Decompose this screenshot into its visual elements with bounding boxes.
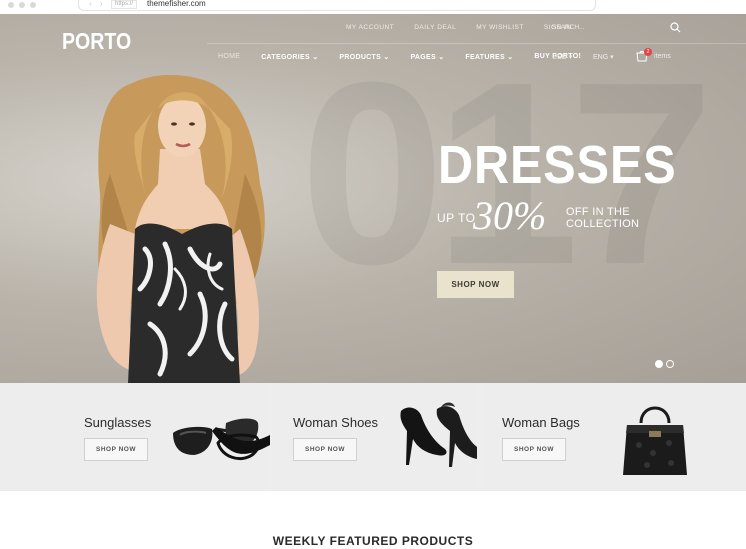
category-card-sunglasses[interactable]: Sunglasses SHOP NOW: [0, 383, 270, 491]
slide-dot-2[interactable]: [666, 360, 674, 368]
category-shop-now-button[interactable]: SHOP NOW: [502, 438, 566, 461]
search-icon[interactable]: [670, 22, 681, 33]
slide-dot-1[interactable]: [655, 360, 663, 368]
window-minimize-dot[interactable]: [19, 2, 25, 8]
search-input[interactable]: SEARCH...: [552, 24, 585, 31]
hero-up-to: UP TO: [437, 211, 476, 225]
hero-shop-now-button[interactable]: SHOP NOW: [437, 271, 514, 298]
category-title: Woman Shoes: [293, 415, 379, 430]
window-maximize-dot[interactable]: [30, 2, 36, 8]
language-select[interactable]: ENG ▾: [593, 53, 614, 61]
category-card-woman-shoes[interactable]: Woman Shoes SHOP NOW: [272, 383, 479, 491]
site-logo[interactable]: PORTO: [62, 28, 131, 55]
category-card-woman-bags[interactable]: Woman Bags SHOP NOW: [481, 383, 746, 491]
main-nav: HOME CATEGORIES ⌄ PRODUCTS ⌄ PAGES ⌄ FEA…: [218, 53, 581, 61]
currency-select[interactable]: USD ▾: [552, 53, 572, 61]
handbag-icon: [623, 406, 687, 475]
hero-discount: 30%: [473, 193, 547, 238]
nav-categories[interactable]: CATEGORIES ⌄: [261, 53, 318, 61]
hero-headline: DRESSES: [438, 135, 677, 195]
address-bar[interactable]: ‹ › https:// themefisher.com: [78, 0, 596, 11]
window-close-dot[interactable]: [8, 2, 14, 8]
daily-deal-link[interactable]: DAILY DEAL: [414, 24, 456, 31]
my-wishlist-link[interactable]: MY WISHLIST: [476, 24, 524, 31]
section-title: WEEKLY FEATURED PRODUCTS: [272, 534, 474, 548]
sunglasses-icon: [173, 418, 270, 460]
hero-slider: 017 PORTO MY ACCOUNT DAILY DEAL MY WISHL…: [0, 14, 746, 383]
model-photo: [96, 74, 265, 383]
cart-items-label[interactable]: items: [654, 53, 671, 60]
header-divider: [207, 43, 746, 44]
chevron-down-icon: ▾: [610, 54, 614, 61]
category-shop-now-button[interactable]: SHOP NOW: [293, 438, 357, 461]
category-shop-now-button[interactable]: SHOP NOW: [84, 438, 148, 461]
browser-chrome: ‹ › https:// themefisher.com: [0, 0, 746, 14]
hero-offer-line2: COLLECTION: [566, 218, 640, 230]
url-domain[interactable]: themefisher.com: [147, 0, 206, 8]
back-forward-icon[interactable]: ‹ ›: [89, 0, 106, 8]
nav-pages[interactable]: PAGES ⌄: [410, 53, 444, 61]
language-value: ENG: [593, 54, 609, 61]
nav-features[interactable]: FEATURES ⌄: [465, 53, 513, 61]
my-account-link[interactable]: MY ACCOUNT: [346, 24, 394, 31]
category-title: Woman Bags: [502, 415, 580, 430]
hero-offer-line1: OFF IN THE: [566, 206, 630, 218]
category-banners: Sunglasses SHOP NOW Woman Shoes SHOP NOW…: [0, 383, 746, 491]
hero-offer-text: OFF IN THE COLLECTION: [566, 206, 639, 230]
currency-value: USD: [552, 54, 567, 61]
category-title: Sunglasses: [84, 415, 152, 430]
chevron-down-icon: ▾: [568, 54, 573, 61]
slider-pagination: [655, 355, 677, 373]
nav-products[interactable]: PRODUCTS ⌄: [339, 53, 389, 61]
cart-count-badge: 2: [644, 48, 652, 56]
protocol-label: https://: [111, 0, 138, 9]
heels-icon: [400, 402, 477, 467]
nav-home[interactable]: HOME: [218, 53, 240, 61]
